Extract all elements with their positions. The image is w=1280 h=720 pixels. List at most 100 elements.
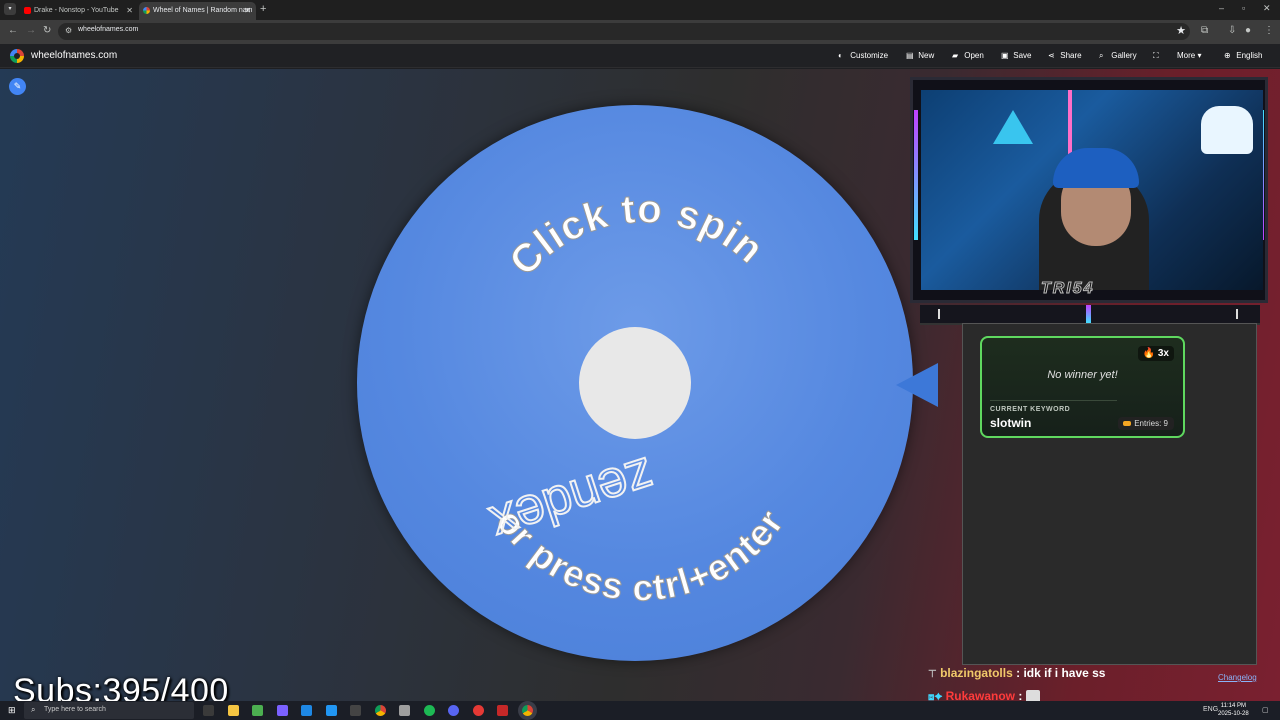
- menu-label: More: [1177, 51, 1196, 60]
- app-icon[interactable]: [473, 705, 484, 716]
- bar-center-light: [1086, 305, 1091, 323]
- svg-text:Click to spin: Click to spin: [501, 187, 772, 284]
- tab-title: Wheel of Names | Random nam: [153, 7, 253, 14]
- webcam-overlay: TRI54: [910, 77, 1268, 303]
- zendex-watermark: zendex: [484, 446, 661, 553]
- minimize-icon[interactable]: –: [1219, 3, 1224, 13]
- menu-more[interactable]: More ▾: [1177, 51, 1201, 60]
- menu-new[interactable]: ▤ New: [906, 51, 934, 60]
- neon-triangle-icon: [993, 110, 1033, 144]
- streak-badge: 🔥 3x: [1137, 346, 1174, 361]
- new-tab-button[interactable]: +: [260, 3, 266, 15]
- extensions-icon[interactable]: ⧉: [1201, 25, 1208, 36]
- url-text[interactable]: wheelofnames.com: [78, 26, 138, 33]
- menu-share[interactable]: ⋖ Share: [1048, 51, 1082, 60]
- spotify-icon[interactable]: [424, 705, 435, 716]
- chat-message: ⧈✦ Rukawanow :: [928, 689, 1040, 701]
- chat-text: idk if i have ss: [1023, 666, 1106, 680]
- notification-icon[interactable]: ▢: [1262, 706, 1269, 714]
- bookmark-star-icon[interactable]: ★: [1176, 24, 1186, 37]
- wheel-logo-icon[interactable]: [10, 49, 24, 63]
- folder-icon: ▰: [952, 51, 959, 60]
- chat-username: blazingatolls: [940, 666, 1013, 680]
- menu-label: Share: [1060, 51, 1082, 60]
- app-icon[interactable]: [350, 705, 361, 716]
- streamer-cap: [1053, 148, 1139, 188]
- os-taskbar: ⊞ ⌕ Type here to search ENG 11:14 PM 202…: [0, 701, 1280, 720]
- menu-language[interactable]: ⊕ English: [1224, 51, 1262, 60]
- streak-count: 3x: [1157, 348, 1169, 359]
- menu-customize[interactable]: ◐ Customize: [838, 51, 888, 60]
- close-window-icon[interactable]: ✕: [1263, 3, 1271, 14]
- app-icon[interactable]: [326, 705, 337, 716]
- file-icon: ▤: [906, 51, 914, 60]
- browser-menu-icon[interactable]: ⋮: [1264, 25, 1274, 36]
- bar-marker: [1236, 309, 1238, 319]
- share-icon: ⋖: [1048, 51, 1055, 60]
- subs-counter: Subs:395/400: [13, 672, 229, 701]
- discord-icon[interactable]: [448, 705, 459, 716]
- taskbar-clock[interactable]: 11:14 PM 2025-10-28: [1218, 702, 1249, 718]
- ghost-logo-icon: [1201, 106, 1253, 154]
- tab-wheel-of-names[interactable]: Wheel of Names | Random nam ✕: [139, 2, 256, 20]
- tab-youtube[interactable]: Drake - Nonstop - YouTube ✕: [20, 2, 138, 20]
- save-icon: ▣: [1001, 51, 1009, 60]
- chrome-icon[interactable]: [375, 705, 386, 716]
- restore-icon[interactable]: ▫: [1242, 3, 1245, 13]
- task-view-icon[interactable]: [203, 705, 214, 716]
- close-tab-icon[interactable]: ✕: [244, 3, 251, 19]
- cam-divider-bar: [920, 305, 1260, 325]
- address-bar[interactable]: ⚙ wheelofnames.com ★: [58, 23, 1190, 40]
- palette-icon: ◐: [838, 51, 843, 60]
- forward-icon[interactable]: →: [26, 25, 36, 36]
- chevron-down-icon: ▾: [1197, 51, 1202, 60]
- menu-open[interactable]: ▰ Open: [952, 51, 984, 60]
- entries-count: Entries: 9: [1118, 417, 1174, 430]
- app-icon[interactable]: [399, 705, 410, 716]
- store-icon[interactable]: [252, 705, 263, 716]
- main-stage: ✎ Click to spin or press ctrl+enter zend…: [0, 69, 1280, 701]
- cam-name-label: TRI54: [1041, 280, 1095, 298]
- windows-start-icon[interactable]: ⊞: [8, 705, 16, 716]
- browser-tab-bar: ▾ Drake - Nonstop - YouTube ✕ Wheel of N…: [0, 0, 1280, 20]
- taskbar-search[interactable]: ⌕ Type here to search: [24, 702, 194, 719]
- menu-gallery[interactable]: ⌕ Gallery: [1099, 51, 1137, 61]
- divider: [990, 400, 1117, 401]
- search-icon: ⌕: [1099, 51, 1104, 60]
- file-explorer-icon[interactable]: [228, 705, 239, 716]
- search-icon: ⌕: [31, 705, 36, 714]
- tab-search-dropdown-icon[interactable]: ▾: [4, 3, 16, 15]
- back-icon[interactable]: ←: [8, 25, 18, 36]
- search-placeholder: Type here to search: [44, 706, 106, 713]
- profile-icon[interactable]: ●: [1245, 25, 1251, 36]
- chat-username: Rukawanow: [945, 689, 1015, 701]
- chrome-active-icon[interactable]: [522, 705, 533, 716]
- wheel-hub[interactable]: [579, 327, 691, 439]
- keyword-value: slotwin: [990, 416, 1032, 430]
- winner-status: No winner yet!: [1047, 369, 1118, 381]
- menu-label: Save: [1013, 51, 1032, 60]
- menu-label: Gallery: [1111, 51, 1137, 60]
- winner-card: 🔥 3x No winner yet! CURRENT KEYWORD slot…: [980, 336, 1185, 438]
- pencil-icon[interactable]: ✎: [9, 78, 26, 95]
- menu-save[interactable]: ▣ Save: [1001, 51, 1031, 60]
- app-header: wheelofnames.com ◐ Customize ▤ New ▰ Ope…: [0, 44, 1280, 68]
- fullscreen-icon: ⛶: [1153, 51, 1159, 60]
- game-app-icon[interactable]: [277, 705, 288, 716]
- spin-wheel[interactable]: Click to spin or press ctrl+enter zendex: [357, 105, 913, 661]
- keyword-label: CURRENT KEYWORD: [990, 406, 1071, 413]
- downloads-icon[interactable]: ⇩: [1228, 25, 1236, 36]
- fullscreen-button[interactable]: ⛶: [1153, 51, 1163, 61]
- app-icon[interactable]: [301, 705, 312, 716]
- site-info-icon[interactable]: ⚙: [65, 26, 72, 35]
- reload-icon[interactable]: ↻: [43, 25, 51, 36]
- chat-badge-icon: ⧈✦: [928, 692, 943, 701]
- changelog-link[interactable]: Changelog: [1218, 673, 1257, 682]
- app-icon[interactable]: [497, 705, 508, 716]
- language-indicator[interactable]: ENG: [1203, 706, 1218, 713]
- menu-label: Open: [964, 51, 984, 60]
- close-tab-icon[interactable]: ✕: [126, 3, 133, 19]
- wheel-favicon-icon: [143, 7, 150, 14]
- site-name[interactable]: wheelofnames.com: [31, 50, 117, 61]
- chat-badge-icon: ⊤: [928, 669, 937, 680]
